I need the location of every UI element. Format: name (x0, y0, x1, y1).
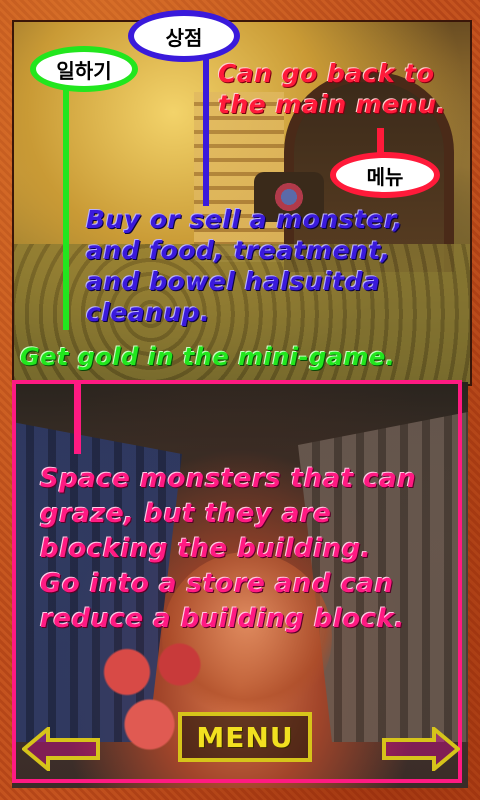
space-connector-line (74, 384, 81, 454)
work-label[interactable]: 일하기 (30, 46, 138, 92)
work-connector-line (63, 86, 69, 330)
menu-label[interactable]: 메뉴 (330, 152, 440, 198)
work-description: Get gold in the mini-game. (20, 343, 396, 371)
shop-connector-line (203, 56, 209, 206)
arrow-left-icon[interactable] (20, 724, 100, 774)
menu-button[interactable]: MENU (178, 712, 312, 762)
space-description: Space monsters that can graze, but they … (40, 464, 417, 634)
arrow-right-icon[interactable] (382, 724, 462, 774)
shop-description: Buy or sell a monster, and food, treatme… (86, 205, 404, 327)
menu-description: Can go back to the main menu. (218, 59, 447, 119)
shop-label[interactable]: 상점 (128, 10, 240, 62)
